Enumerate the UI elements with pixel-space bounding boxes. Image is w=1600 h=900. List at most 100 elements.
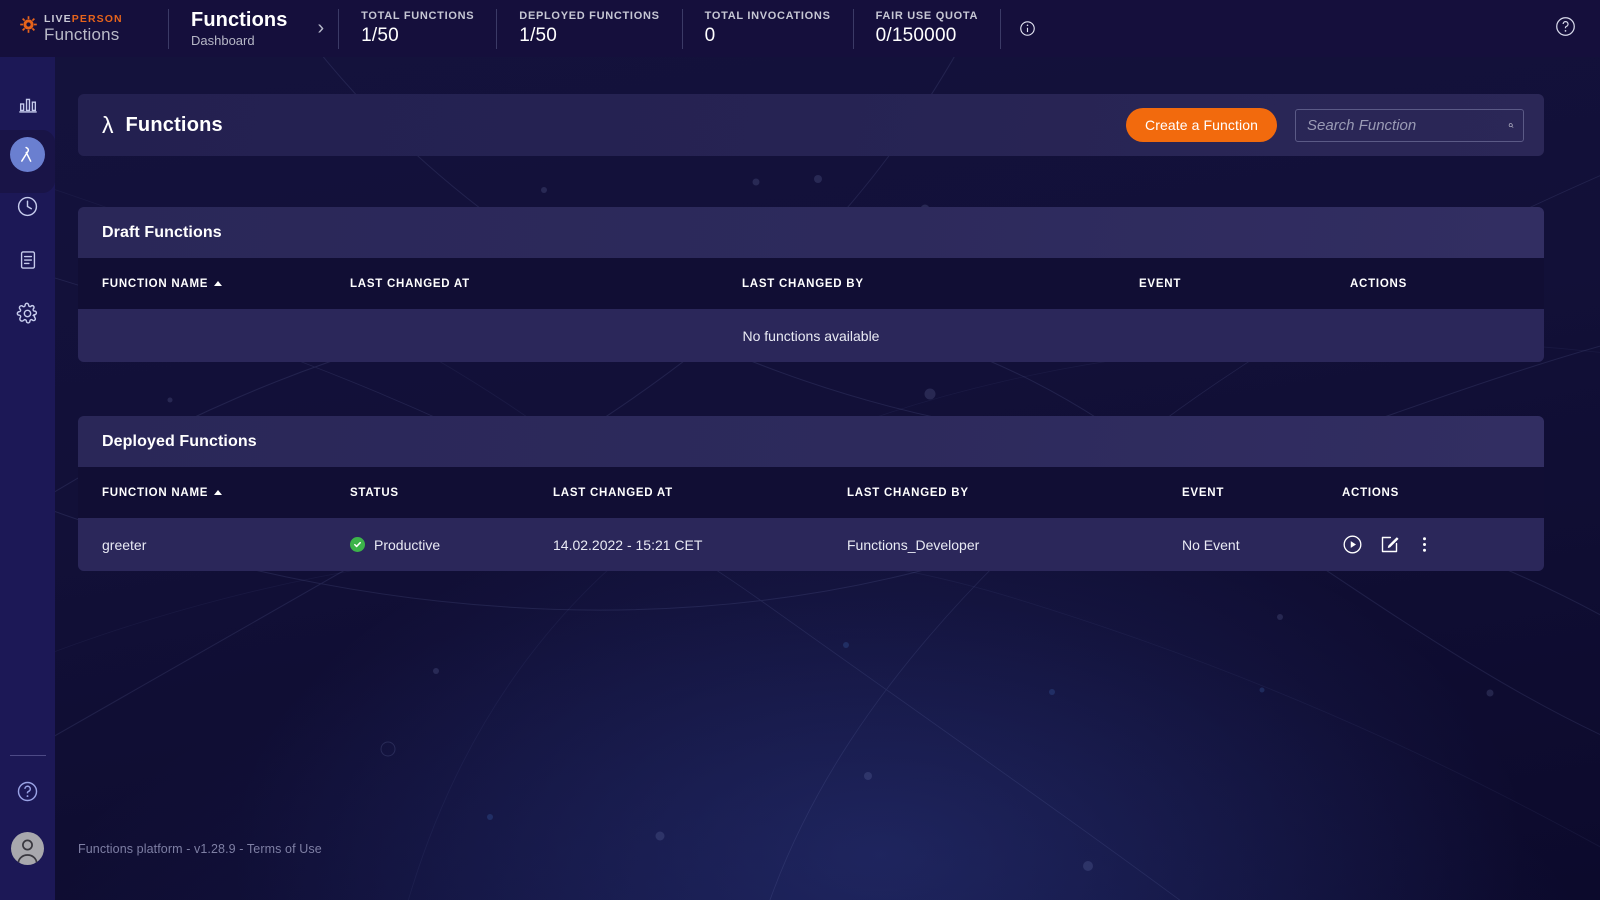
cell-last-changed-at: 14.02.2022 - 15:21 CET <box>553 518 847 571</box>
cell-event: No Event <box>1182 518 1342 571</box>
avatar[interactable] <box>11 832 44 865</box>
sort-asc-icon <box>214 281 223 286</box>
more-vertical-icon <box>1423 537 1426 552</box>
table-header-row: FUNCTION NAME STATUS LAST CHANGED AT LAS… <box>78 467 1544 518</box>
more-actions-button[interactable] <box>1416 534 1433 555</box>
gear-icon <box>20 16 37 33</box>
top-bar: LIVEPERSON Functions Functions Dashboard… <box>0 0 1600 57</box>
stat-value: 0 <box>704 25 716 46</box>
check-icon <box>354 541 361 548</box>
column-label: LAST CHANGED AT <box>553 486 673 499</box>
column-label: LAST CHANGED BY <box>847 486 969 499</box>
document-icon <box>20 251 35 269</box>
info-circle-icon <box>1020 21 1035 36</box>
help-circle-icon <box>17 781 38 801</box>
page-header-card: λ Functions Create a Function <box>78 94 1544 156</box>
app-root: LIVEPERSON Functions Functions Dashboard… <box>0 0 1600 900</box>
brand-logo[interactable]: LIVEPERSON Functions <box>0 14 168 44</box>
search-input[interactable] <box>1307 116 1508 134</box>
search-icon[interactable] <box>1508 117 1514 134</box>
divider <box>1000 8 1002 49</box>
footer-text[interactable]: Functions platform - v1.28.9 - Terms of … <box>78 842 322 856</box>
deployed-section-title: Deployed Functions <box>102 432 257 450</box>
empty-state-text: No functions available <box>78 309 1544 362</box>
column-label: LAST CHANGED BY <box>742 277 864 290</box>
cell-actions <box>1342 518 1544 571</box>
cell-last-changed-by: Functions_Developer <box>847 518 1182 571</box>
column-header-function-name[interactable]: FUNCTION NAME <box>78 467 350 518</box>
lambda-icon <box>21 146 32 162</box>
clock-icon <box>17 196 38 216</box>
page-title: Functions <box>125 113 223 136</box>
breadcrumb-title: Functions <box>191 9 288 31</box>
stat-value: 1/50 <box>519 25 558 46</box>
chevron-right-icon: › <box>317 17 325 39</box>
stat-fair-use-quota: FAIR USE QUOTA 0/150000 <box>854 10 1001 47</box>
deployed-functions-section: Deployed Functions FUNCTION NAME STATUS … <box>78 416 1544 571</box>
column-header-last-changed-at[interactable]: LAST CHANGED AT <box>350 258 742 309</box>
sidebar-item-logs[interactable] <box>0 233 55 287</box>
brand-logo-text: LIVEPERSON Functions <box>44 14 123 44</box>
user-avatar-icon <box>17 839 38 864</box>
sort-asc-icon <box>214 490 223 495</box>
help-circle-icon <box>1556 16 1575 36</box>
table-header-row: FUNCTION NAME LAST CHANGED AT LAST CHANG… <box>78 258 1544 309</box>
sidebar-item-help[interactable] <box>0 764 55 818</box>
stat-label: TOTAL INVOCATIONS <box>704 10 831 22</box>
edit-function-button[interactable] <box>1379 534 1400 555</box>
brand-person: PERSON <box>71 12 123 25</box>
play-icon <box>1343 535 1362 554</box>
stat-label: DEPLOYED FUNCTIONS <box>519 10 660 22</box>
table-row[interactable]: greeter Productive 14.02.2022 - 15:21 CE… <box>78 518 1544 571</box>
empty-state-row: No functions available <box>78 309 1544 362</box>
status-label: Productive <box>374 536 441 553</box>
deployed-section-header: Deployed Functions <box>78 416 1544 467</box>
info-button[interactable] <box>1019 20 1036 37</box>
search-box[interactable] <box>1295 108 1524 142</box>
column-label: FUNCTION NAME <box>102 486 209 499</box>
sidebar-divider <box>10 755 46 756</box>
breadcrumb-subtitle: Dashboard <box>191 33 255 48</box>
bar-chart-icon <box>18 98 37 113</box>
stat-total-functions: TOTAL FUNCTIONS 1/50 <box>339 10 496 47</box>
draft-functions-table: FUNCTION NAME LAST CHANGED AT LAST CHANG… <box>78 258 1544 362</box>
column-label: EVENT <box>1182 486 1225 499</box>
sidebar-item-history[interactable] <box>0 179 55 233</box>
cell-status: Productive <box>350 518 553 571</box>
stat-label: TOTAL FUNCTIONS <box>361 10 475 22</box>
run-function-button[interactable] <box>1342 534 1363 555</box>
column-label: STATUS <box>350 486 399 499</box>
lambda-icon: λ <box>102 111 114 138</box>
help-button[interactable] <box>1555 16 1576 42</box>
column-header-event[interactable]: EVENT <box>1139 258 1350 309</box>
column-header-last-changed-by[interactable]: LAST CHANGED BY <box>742 258 1139 309</box>
edit-icon <box>1381 536 1399 553</box>
draft-functions-section: Draft Functions FUNCTION NAME LAST CHANG… <box>78 207 1544 362</box>
stat-value: 1/50 <box>361 25 399 46</box>
status-check-icon <box>350 537 365 552</box>
column-label: FUNCTION NAME <box>102 277 209 290</box>
column-header-function-name[interactable]: FUNCTION NAME <box>78 258 350 309</box>
column-header-last-changed-by[interactable]: LAST CHANGED BY <box>847 467 1182 518</box>
sidebar <box>0 57 55 900</box>
column-label: EVENT <box>1139 277 1182 290</box>
main-content: λ Functions Create a Function Draft Func… <box>55 57 1600 900</box>
deployed-functions-table: FUNCTION NAME STATUS LAST CHANGED AT LAS… <box>78 467 1544 571</box>
breadcrumb[interactable]: Functions Dashboard <box>169 9 303 48</box>
cell-function-name: greeter <box>78 518 350 571</box>
stat-deployed-functions: DEPLOYED FUNCTIONS 1/50 <box>497 10 681 47</box>
column-label: ACTIONS <box>1342 486 1399 499</box>
create-function-button[interactable]: Create a Function <box>1126 108 1277 142</box>
stat-value: 0/150000 <box>875 25 957 46</box>
column-label: ACTIONS <box>1350 277 1407 290</box>
column-header-event[interactable]: EVENT <box>1182 467 1342 518</box>
column-header-actions: ACTIONS <box>1350 258 1544 309</box>
sidebar-item-settings[interactable] <box>0 286 55 340</box>
sidebar-item-functions[interactable] <box>10 137 45 172</box>
column-header-status[interactable]: STATUS <box>350 467 553 518</box>
draft-section-header: Draft Functions <box>78 207 1544 258</box>
brand-product: Functions <box>44 25 120 45</box>
brand-live: LIVE <box>44 12 72 25</box>
sidebar-item-analytics[interactable] <box>0 77 55 131</box>
column-header-last-changed-at[interactable]: LAST CHANGED AT <box>553 467 847 518</box>
